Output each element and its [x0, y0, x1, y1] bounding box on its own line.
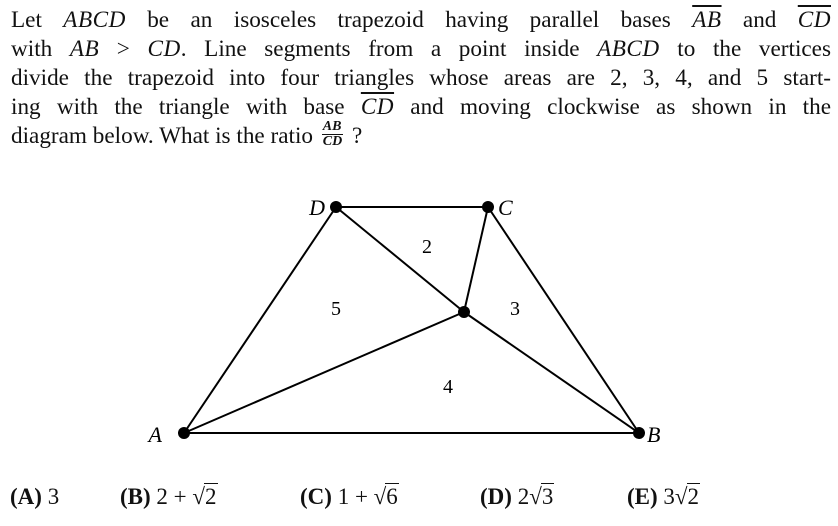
choice-prefix: 1 +	[337, 484, 374, 509]
radicand: 3	[540, 483, 555, 509]
answer-choice-b: (B) 2 + √2	[120, 483, 218, 510]
area-label-PAB: 4	[443, 376, 453, 398]
choice-letter: (A)	[10, 484, 42, 509]
choice-value: 3	[47, 484, 60, 509]
vertex-label-C: C	[498, 195, 513, 220]
interior-point	[458, 306, 470, 318]
answer-choice-a: (A) 3	[10, 484, 59, 510]
square-root: √2	[192, 483, 218, 510]
choice-letter: (E)	[627, 484, 658, 509]
area-label-PBC: 3	[510, 298, 520, 320]
choice-prefix: 3	[663, 484, 675, 509]
square-root: √6	[374, 483, 399, 510]
vertex-B	[633, 427, 645, 439]
square-root: √2	[674, 483, 701, 510]
vertex-label-D: D	[308, 195, 325, 220]
radical-sign-icon: √	[674, 484, 688, 509]
radicand: 2	[686, 483, 701, 509]
segment-PB	[463, 311, 640, 434]
side-BC	[487, 206, 640, 434]
segment-PA	[183, 311, 465, 434]
choice-letter: (C)	[300, 484, 332, 509]
choice-prefix: 2	[517, 484, 530, 509]
answer-choice-c: (C) 1 + √6	[300, 483, 399, 510]
choice-prefix: 2 +	[156, 484, 193, 509]
square-root: √3	[529, 483, 555, 510]
segment-PC	[463, 206, 489, 313]
radicand: 6	[385, 483, 399, 509]
vertex-D	[330, 201, 342, 213]
radical-sign-icon: √	[529, 484, 542, 509]
answer-choices: (A) 3 (B) 2 + √2 (C) 1 + √6 (D) 2√3 (E) 3√2	[10, 483, 830, 518]
choice-letter: (D)	[480, 484, 512, 509]
answer-choice-e: (E) 3√2	[627, 483, 701, 510]
answer-choice-d: (D) 2√3	[480, 483, 555, 510]
vertex-C	[482, 201, 494, 213]
vertex-label-A: A	[147, 422, 163, 447]
trapezoid-diagram: A B C D 2 3 4 5	[147, 195, 661, 447]
area-label-PDA: 5	[331, 298, 341, 320]
radicand: 2	[204, 483, 218, 509]
area-label-PCD: 2	[422, 236, 432, 258]
choice-letter: (B)	[120, 484, 151, 509]
vertex-label-B: B	[647, 422, 660, 447]
vertex-A	[178, 427, 190, 439]
segment-PD	[335, 206, 465, 313]
